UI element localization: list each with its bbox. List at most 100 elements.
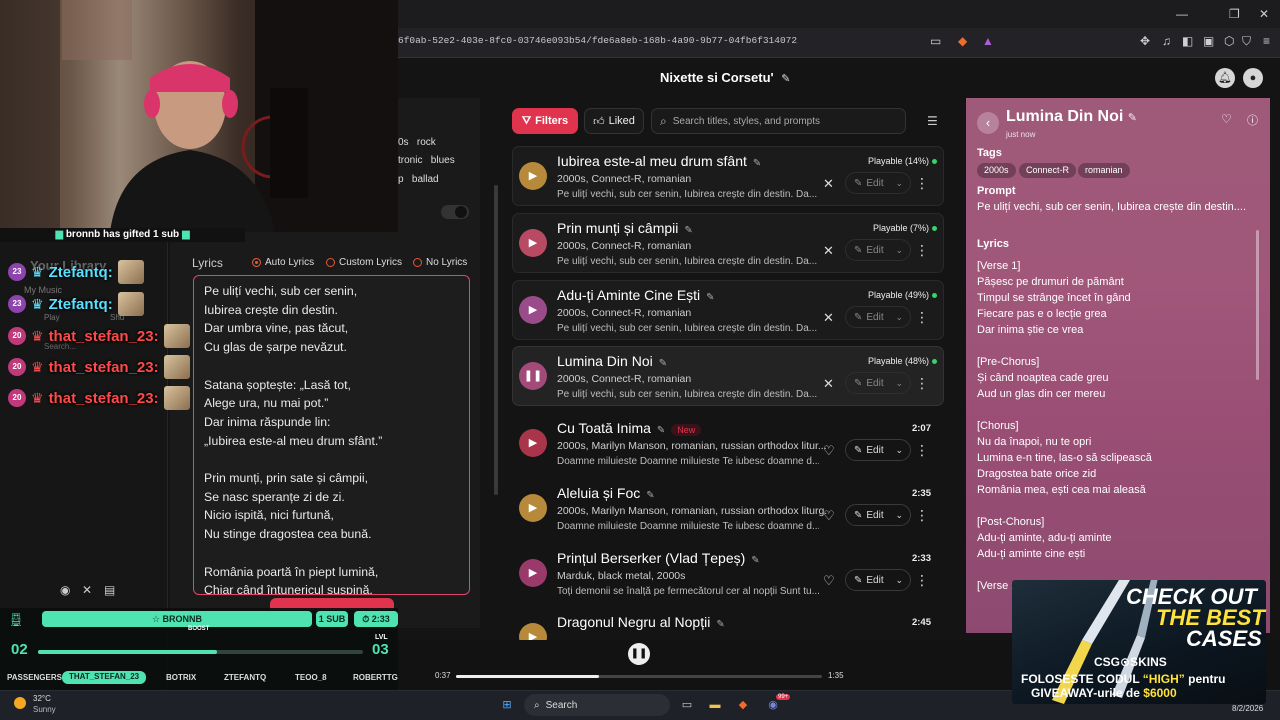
pause-button[interactable]: ❚❚ [628,643,650,665]
brave-icon[interactable]: ◆ [734,696,752,714]
brave-shield-icon[interactable]: ◆ [958,34,967,48]
dismiss-icon[interactable]: ✕ [823,176,834,192]
play-icon[interactable]: ▶ [519,229,547,257]
heart-icon[interactable]: ♡ [823,508,835,524]
edit-pencil-icon[interactable]: ✎ [706,292,714,303]
custom-lyrics-radio[interactable]: Custom Lyrics [326,257,402,268]
weather-temp[interactable]: 32°C [33,694,51,703]
edit-button[interactable]: ✎ Edit ⌄ [845,569,911,591]
cast-icon[interactable]: ▭ [930,34,941,48]
song-title[interactable]: Iubirea este-al meu drum sfânt ✎ [557,153,761,169]
close-window-icon[interactable]: ✕ [1259,7,1269,21]
instrumental-toggle[interactable] [441,205,469,219]
url-text[interactable]: 6f0ab-52e2-403e-8fc0-03746e093b54/fde6a8… [398,35,797,46]
song-title[interactable]: Lumina Din Noi ✎ [557,353,667,369]
minimize-icon[interactable]: — [1176,7,1188,21]
song-title[interactable]: Prin munți și câmpii ✎ [557,220,693,236]
play-icon[interactable]: ▶ [519,162,547,190]
song-card[interactable]: ▶ Prin munți și câmpii ✎ 2000s, Connect-R, … [512,213,944,273]
edit-pencil-icon[interactable]: ✎ [1128,112,1137,124]
more-options-icon[interactable]: ⋮ [915,309,929,326]
edit-button[interactable]: ✎ Edit ⌄ [845,504,911,526]
chevron-down-icon[interactable]: ⌄ [895,575,903,586]
song-card[interactable]: ▶ Prințul Berserker (Vlad Țepeș) ✎ Marduk, … [512,543,944,603]
edit-pencil-icon[interactable]: ✎ [781,73,790,85]
back-button[interactable]: ‹ [977,112,999,134]
edit-button[interactable]: ✎ Edit ⌄ [845,439,911,461]
song-card[interactable]: ▶ Iubirea este-al meu drum sfânt ✎ 2000s, C… [512,146,944,206]
edit-pencil-icon[interactable]: ✎ [659,358,667,369]
play-icon[interactable]: ▶ [519,429,547,457]
windows-start-icon[interactable]: ⊞ [498,696,516,714]
sort-options-icon[interactable]: ☰ [927,114,938,128]
vpn-icon[interactable]: ⬡ [1224,34,1234,48]
edit-pencil-icon[interactable]: ✎ [716,619,724,630]
more-options-icon[interactable]: ⋮ [915,242,929,259]
tag-chip[interactable]: Connect-R [1019,163,1077,178]
play-icon[interactable]: ▶ [519,559,547,587]
x-twitter-icon[interactable]: ✕ [82,583,92,597]
create-scrollbar[interactable] [494,185,498,495]
taskbar-search[interactable]: ⌕ Search [524,694,670,716]
heart-icon[interactable]: ♡ [823,573,835,589]
more-options-icon[interactable]: ⋮ [915,375,929,392]
song-title[interactable]: Prințul Berserker (Vlad Țepeș) ✎ [557,550,760,566]
style-tags-row-2[interactable]: tronic blues [398,155,455,166]
song-card[interactable]: ▶ Cu Toată Inima ✎ New 2000s, Marilyn Manson… [512,413,944,473]
edit-pencil-icon[interactable]: ✎ [751,555,759,566]
taskbar-date[interactable]: 8/2/2026 [1232,704,1263,713]
chevron-down-icon[interactable]: ⌄ [895,312,903,323]
dismiss-icon[interactable]: ✕ [823,376,834,392]
more-options-icon[interactable]: ⋮ [915,507,929,524]
wallet-icon[interactable]: ▣ [1203,34,1214,48]
song-search[interactable]: ⌕ [651,108,906,134]
heart-icon[interactable]: ♡ [823,443,835,459]
song-title[interactable]: Adu-ți Aminte Cine Ești ✎ [557,287,715,303]
chevron-down-icon[interactable]: ⌄ [895,445,903,456]
task-view-icon[interactable]: ▭ [678,696,696,714]
play-icon[interactable]: ▶ [519,296,547,324]
pause-icon[interactable]: ❚❚ [519,362,547,390]
dismiss-icon[interactable]: ✕ [823,310,834,326]
discord-icon[interactable]: ◉ [60,583,70,597]
play-icon[interactable]: ▶ [519,494,547,522]
search-input[interactable] [672,115,893,127]
song-card[interactable]: ▶ Adu-ți Aminte Cine Ești ✎ 2000s, Connect-… [512,280,944,340]
like-heart-icon[interactable]: ♡ [1221,112,1232,126]
song-title[interactable]: Aleluia și Foc ✎ [557,485,655,501]
weather-text[interactable]: Sunny [33,705,56,714]
song-card[interactable]: ❚❚ Lumina Din Noi ✎ 2000s, Connect-R, roman… [512,346,944,406]
music-icon[interactable]: ♫ [1162,34,1171,48]
tag-chip[interactable]: romanian [1078,163,1130,178]
file-explorer-icon[interactable]: ▬ [706,696,724,714]
no-lyrics-radio[interactable]: No Lyrics [413,257,467,268]
auto-lyrics-radio[interactable]: Auto Lyrics [252,257,314,268]
chevron-down-icon[interactable]: ⌄ [895,178,903,189]
edit-button[interactable]: ✎ Edit ⌄ [845,306,911,328]
more-options-icon[interactable]: ⋮ [915,442,929,459]
edit-pencil-icon[interactable]: ✎ [684,225,692,236]
edit-button[interactable]: ✎ Edit ⌄ [845,172,911,194]
info-icon[interactable]: ⓘ [1247,112,1258,128]
liked-button[interactable]: 👍︎ Liked [584,108,644,134]
lyrics-textarea[interactable]: Pe ulițí vechi, sub cer senin, Iubirea c… [193,275,470,595]
docs-icon[interactable]: ▤ [104,583,115,597]
song-title[interactable]: Cu Toată Inima ✎ New [557,420,702,436]
tag-chip[interactable]: 2000s [977,163,1016,178]
menu-icon[interactable]: ≡ [1263,34,1270,48]
extensions-icon[interactable]: ✥ [1140,34,1150,48]
filters-button[interactable]: ⛛ Filters [512,108,578,134]
brave-rewards-icon[interactable]: ▲ [982,34,994,48]
song-card[interactable]: ▶ Aleluia și Foc ✎ 2000s, Marilyn Manson, r… [512,478,944,538]
style-tags-row-1[interactable]: 0s rock [398,137,436,148]
detail-scrollbar[interactable] [1256,230,1259,380]
chevron-down-icon[interactable]: ⌄ [895,510,903,521]
chevron-down-icon[interactable]: ⌄ [895,245,903,256]
style-tags-row-3[interactable]: p ballad [398,174,439,185]
more-options-icon[interactable]: ⋮ [915,175,929,192]
sidebar-toggle-icon[interactable]: ◧ [1182,34,1193,48]
edit-pencil-icon[interactable]: ✎ [753,158,761,169]
maximize-icon[interactable]: ❐ [1229,7,1240,21]
weather-sun-icon[interactable] [14,697,26,709]
project-title[interactable]: Nixette si Corsetu' ✎ [660,70,790,85]
